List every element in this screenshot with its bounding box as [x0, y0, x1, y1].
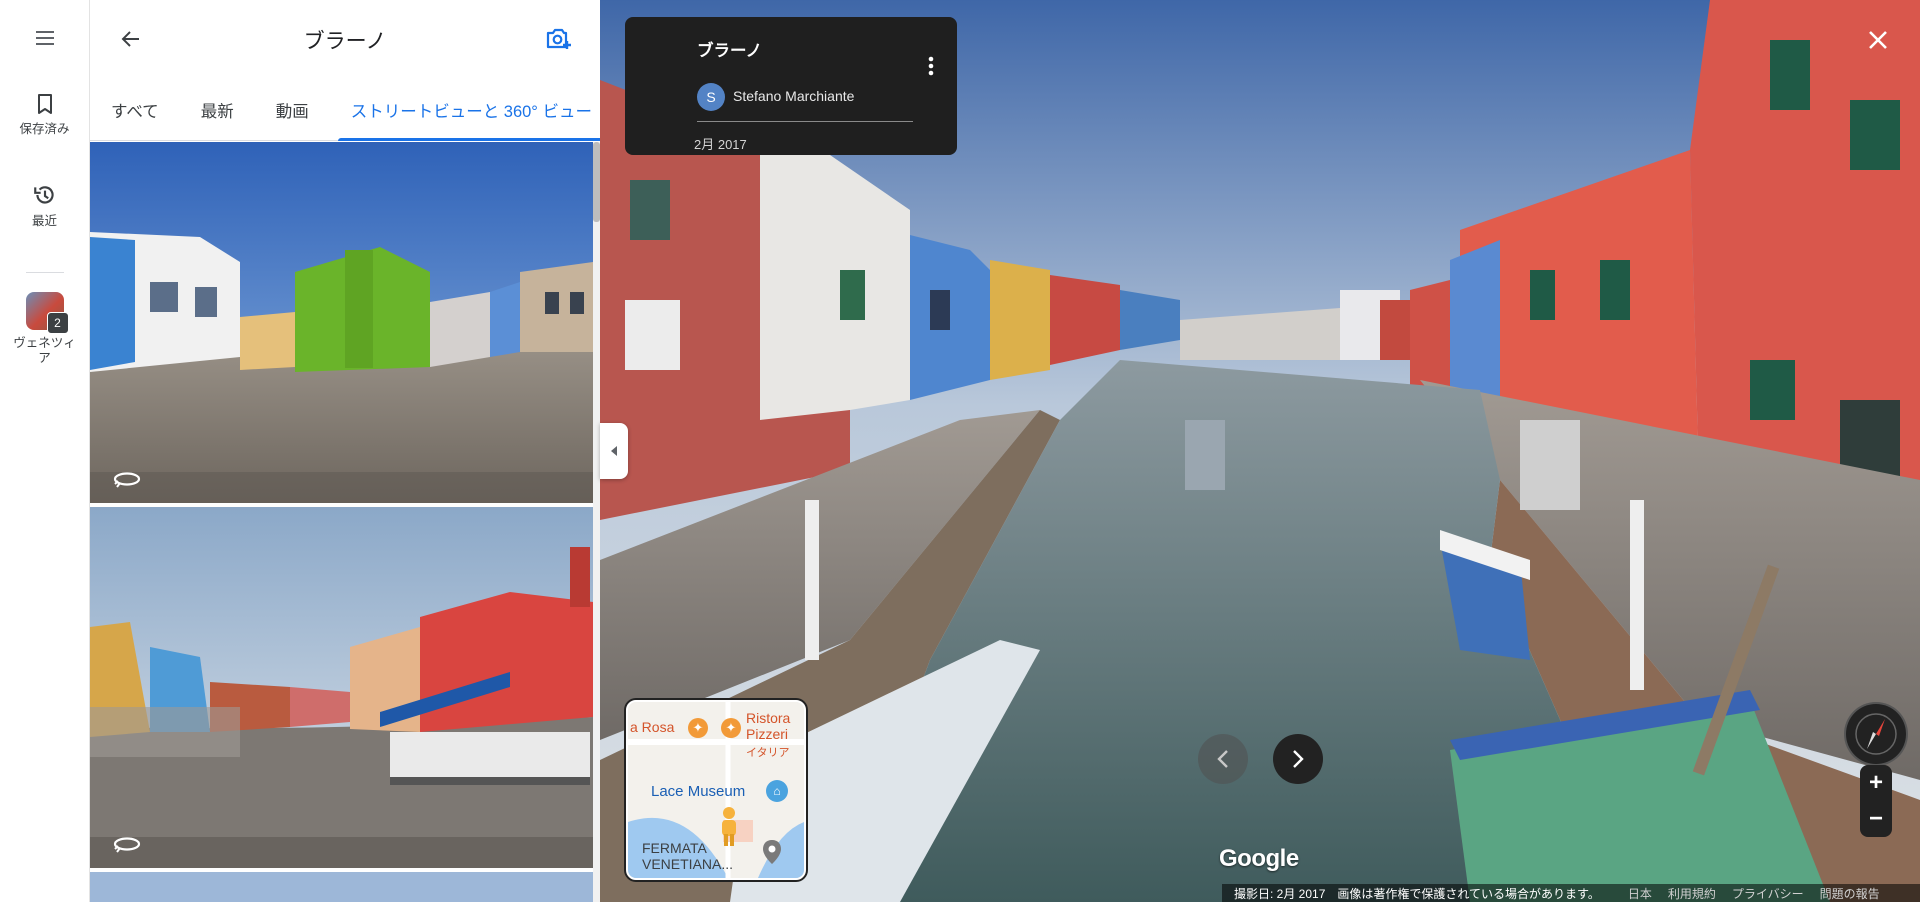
close-button[interactable]: [1862, 22, 1894, 58]
next-photo-button[interactable]: [1273, 734, 1323, 784]
360-view-icon: [113, 472, 141, 488]
history-icon: [33, 186, 54, 204]
menu-button[interactable]: [0, 26, 89, 50]
info-card-divider: [697, 121, 913, 122]
tab-videos[interactable]: 動画: [255, 88, 330, 140]
photo-tile[interactable]: [90, 507, 593, 868]
mini-map[interactable]: a Rosa ✦ ✦ Ristora Pizzeri イタリア Lace Mus…: [626, 700, 806, 880]
map-footer: 撮影日: 2月 2017 画像は著作権で保護されている場合があります。 日本 利…: [1222, 884, 1920, 902]
zoom-in-button[interactable]: +: [1860, 765, 1892, 801]
add-photo-button[interactable]: [539, 19, 579, 59]
panel-scrollbar[interactable]: [593, 142, 600, 902]
collapse-panel-button[interactable]: [600, 423, 628, 479]
pegman-icon: [722, 807, 736, 846]
previous-photo-button[interactable]: [1198, 734, 1248, 784]
footer-capture-date: 撮影日: 2月 2017: [1234, 886, 1326, 901]
map-label-ristorante: Ristora: [746, 710, 791, 726]
close-icon: [1869, 31, 1887, 49]
author-avatar[interactable]: S: [697, 83, 725, 111]
compass-button[interactable]: [1846, 704, 1906, 764]
360-view-icon: [113, 837, 141, 853]
left-rail: 保存済み 最近 2 ヴェネツィア: [0, 0, 90, 902]
museum-pin-icon: ⌂: [766, 780, 788, 802]
photo-tile[interactable]: [90, 142, 593, 503]
recent-button[interactable]: 最近: [0, 182, 89, 229]
photos-panel: ブラーノ すべて 最新 動画 ストリートビューと 360° ビュー: [90, 0, 600, 902]
photo-square-green-house: [90, 142, 593, 503]
tab-all[interactable]: すべて: [90, 88, 180, 140]
zoom-out-button[interactable]: −: [1860, 801, 1892, 837]
add-photo-icon: [546, 28, 571, 49]
info-card-title: ブラーノ: [697, 42, 763, 60]
capture-date: 2月 2017: [694, 137, 747, 152]
saved-label: 保存済み: [19, 122, 70, 136]
restaurant-pin-icon: ✦: [721, 718, 741, 738]
location-pin-icon: [763, 840, 781, 864]
footer-terms-link[interactable]: 利用規約: [1668, 885, 1716, 902]
photo-tile[interactable]: [90, 872, 593, 902]
rail-divider: [26, 272, 64, 273]
photo-street-market: [90, 507, 593, 868]
map-label-rosa: a Rosa: [630, 719, 675, 735]
map-label-italian: イタリア: [746, 747, 790, 759]
author-name-link[interactable]: Stefano Marchiante: [733, 88, 854, 104]
saved-button[interactable]: 保存済み: [0, 92, 89, 137]
scroll-thumb[interactable]: [593, 142, 600, 222]
chevron-right-icon: [1293, 750, 1304, 768]
hamburger-menu-icon: [35, 31, 54, 45]
place-label: ヴェネツィア: [13, 336, 76, 365]
place-count-badge: 2: [46, 312, 69, 334]
recent-place-venice[interactable]: 2 ヴェネツィア: [0, 292, 89, 366]
compass-icon: [1855, 713, 1897, 755]
google-logo: Google: [1219, 845, 1299, 872]
zoom-control: + −: [1860, 765, 1892, 837]
map-label-lace-museum: Lace Museum: [651, 783, 746, 800]
map-label-venetiana: VENETIANA...: [642, 856, 734, 872]
panel-title: ブラーノ: [303, 30, 387, 53]
footer-copyright: 画像は著作権で保護されている場合があります。: [1337, 886, 1600, 901]
place-thumbnail: 2: [25, 292, 69, 334]
recent-label: 最近: [31, 214, 57, 228]
panel-header: ブラーノ: [90, 0, 600, 78]
footer-report-link[interactable]: 問題の報告: [1820, 885, 1880, 902]
chevron-left-icon: [1217, 750, 1228, 768]
bookmark-icon: [37, 94, 52, 114]
restaurant-pin-icon: ✦: [688, 718, 708, 738]
photo-info-card: ブラーノ S Stefano Marchiante 2月 2017: [625, 17, 957, 155]
more-vert-icon: [928, 56, 934, 76]
footer-privacy-link[interactable]: プライバシー: [1732, 885, 1804, 902]
map-label-pizzeria: Pizzeri: [746, 726, 789, 742]
more-options-button[interactable]: [915, 46, 947, 86]
tab-latest[interactable]: 最新: [180, 88, 255, 140]
photo-tabs: すべて 最新 動画 ストリートビューと 360° ビュー: [90, 88, 600, 141]
tab-street-view-360[interactable]: ストリートビューと 360° ビュー: [330, 88, 600, 141]
caret-left-icon: [611, 446, 617, 456]
map-label-fermata: FERMATA: [642, 840, 707, 856]
footer-country-link[interactable]: 日本: [1628, 885, 1652, 902]
